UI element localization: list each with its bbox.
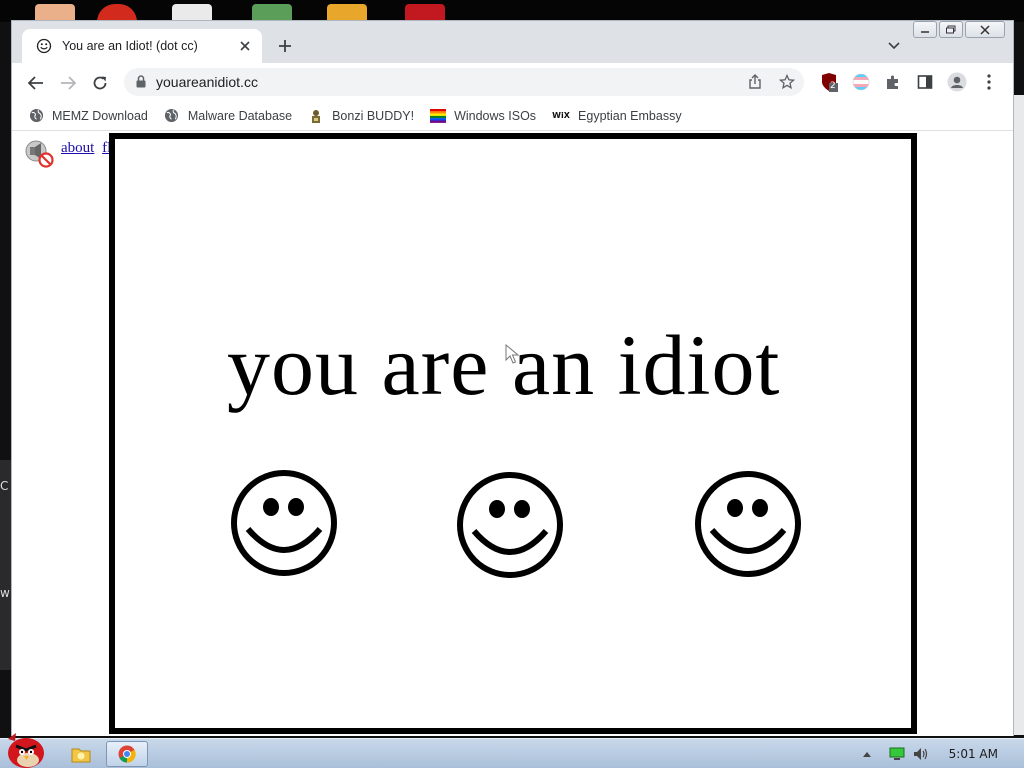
show-hidden-icons-icon[interactable] [859, 746, 875, 762]
clock-time[interactable]: 5:01 AM [949, 747, 998, 761]
page-content: about flash you are an idiot [12, 132, 1013, 736]
ublock-shield-icon[interactable]: 2 [818, 71, 840, 93]
volume-speaker-icon[interactable] [913, 746, 929, 762]
reload-icon[interactable] [87, 70, 113, 96]
new-tab-plus-icon[interactable] [274, 35, 296, 57]
smiley-face-icon [231, 470, 337, 576]
network-icon[interactable] [889, 746, 905, 762]
share-icon[interactable] [746, 73, 764, 91]
lock-icon[interactable] [136, 75, 146, 88]
smiley-face-icon [695, 471, 801, 577]
browser-toolbar: youareanidiot.cc 2 [12, 63, 1013, 101]
chrome-taskbar-icon[interactable] [106, 741, 148, 767]
close-window-icon[interactable] [965, 21, 1005, 38]
desktop-icon-strip [0, 0, 1024, 22]
mouse-cursor-icon [505, 344, 519, 364]
browser-window: You are an Idiot! (dot cc) youareanidiot… [11, 20, 1014, 736]
side-panel-icon[interactable] [914, 71, 936, 93]
bookmark-memz-download[interactable]: MEMZ Download [28, 108, 148, 124]
about-link[interactable]: about [61, 140, 94, 156]
forward-arrow-icon[interactable] [55, 70, 81, 96]
active-tab[interactable]: You are an Idiot! (dot cc) [22, 29, 262, 63]
bookmark-label: Windows ISOs [454, 108, 537, 123]
bonzi-icon [308, 108, 324, 124]
restore-icon[interactable] [939, 21, 963, 38]
headline-text: you are an idiot [227, 317, 781, 413]
bookmarks-bar: MEMZ Download Malware Database Bonzi BUD… [12, 101, 1013, 131]
bookmark-label: Bonzi BUDDY! [332, 108, 415, 123]
taskbar: 5:01 AM [0, 733, 1024, 768]
file-explorer-taskbar-icon[interactable] [60, 741, 102, 767]
rainbow-flag-icon [430, 108, 447, 124]
desktop-left-letter-w: w [0, 586, 10, 600]
bookmark-label: Malware Database [187, 108, 293, 123]
trans-flag-extension-icon[interactable] [850, 71, 872, 93]
tab-strip: You are an Idiot! (dot cc) [12, 21, 1013, 63]
tab-title: You are an Idiot! (dot cc) [62, 39, 198, 53]
smiley-favicon-icon [36, 38, 52, 54]
bookmark-label: MEMZ Download [52, 108, 148, 123]
bookmark-star-icon[interactable] [778, 73, 796, 91]
idiot-flash-frame: you are an idiot [109, 133, 917, 734]
desktop-left-letter-c: C [0, 479, 9, 493]
window-controls [913, 21, 1005, 41]
globe-icon [28, 108, 44, 124]
extensions-puzzle-icon[interactable] [882, 71, 904, 93]
back-arrow-icon[interactable] [23, 70, 49, 96]
url-text[interactable]: youareanidiot.cc [156, 74, 258, 90]
tab-close-icon[interactable] [236, 37, 254, 55]
wix-icon: WiX [552, 111, 570, 120]
menu-kebab-icon[interactable] [978, 71, 1000, 93]
bookmark-label: Egyptian Embassy [578, 108, 682, 123]
system-tray: 5:01 AM [851, 739, 1024, 768]
bookmark-bonzi-buddy[interactable]: Bonzi BUDDY! [308, 108, 414, 124]
bookmark-egyptian-embassy[interactable]: WiX Egyptian Embassy [552, 108, 682, 124]
minimize-icon[interactable] [913, 21, 937, 38]
globe-icon [164, 108, 180, 124]
bookmark-windows-isos[interactable]: Windows ISOs [430, 108, 536, 124]
flash-plugin-blocked-icon[interactable] [22, 138, 54, 168]
bookmark-malware-database[interactable]: Malware Database [164, 108, 292, 124]
profile-avatar-icon[interactable] [946, 71, 968, 93]
smiley-face-icon [457, 472, 563, 578]
tab-search-chevron-icon[interactable] [884, 36, 904, 56]
start-button-angry-bird-icon[interactable] [0, 731, 50, 768]
extension-badge: 2 [830, 81, 836, 91]
address-bar[interactable]: youareanidiot.cc [124, 68, 804, 96]
